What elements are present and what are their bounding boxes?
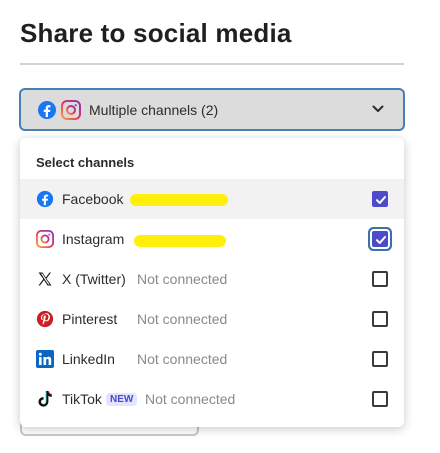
instagram-checkbox[interactable] bbox=[372, 231, 388, 247]
facebook-icon bbox=[36, 190, 54, 208]
pinterest-checkbox[interactable] bbox=[372, 311, 388, 327]
channel-row-pinterest[interactable]: Pinterest Not connected bbox=[20, 299, 404, 339]
channel-status: Not connected bbox=[137, 271, 228, 287]
tiktok-icon bbox=[36, 390, 54, 408]
channel-name: Instagram bbox=[62, 231, 125, 247]
x-twitter-icon bbox=[36, 270, 54, 288]
channel-status: Not connected bbox=[137, 351, 228, 367]
instagram-icon bbox=[36, 230, 54, 248]
instagram-icon bbox=[61, 99, 81, 120]
redacted-account bbox=[130, 194, 228, 206]
channel-row-linkedin[interactable]: LinkedIn Not connected bbox=[20, 339, 404, 379]
page-title: Share to social media bbox=[20, 18, 292, 48]
channel-name: LinkedIn bbox=[62, 351, 115, 367]
channel-status: Not connected bbox=[137, 311, 228, 327]
chevron-down-icon[interactable] bbox=[371, 102, 385, 116]
x-twitter-checkbox[interactable] bbox=[372, 271, 388, 287]
channel-name: TikTok bbox=[62, 391, 102, 407]
pinterest-icon bbox=[36, 310, 54, 328]
new-badge: NEW bbox=[106, 392, 138, 406]
title-divider bbox=[20, 63, 404, 65]
linkedin-checkbox[interactable] bbox=[372, 351, 388, 367]
channel-row-facebook[interactable]: Facebook bbox=[20, 179, 404, 219]
facebook-checkbox[interactable] bbox=[372, 191, 388, 207]
channel-picker[interactable]: Multiple channels (2) bbox=[19, 88, 405, 131]
tiktok-checkbox[interactable] bbox=[372, 391, 388, 407]
facebook-icon bbox=[37, 100, 57, 120]
linkedin-icon bbox=[36, 350, 54, 368]
popover-heading: Select channels bbox=[36, 155, 135, 170]
channel-status: Not connected bbox=[145, 391, 236, 407]
picker-label: Multiple channels (2) bbox=[89, 101, 219, 118]
channel-name: Pinterest bbox=[62, 311, 118, 327]
channel-name: Facebook bbox=[62, 191, 124, 207]
channel-row-instagram[interactable]: Instagram bbox=[20, 219, 404, 259]
channel-popover: Select channels Facebook Instagram X (Tw… bbox=[20, 138, 404, 427]
channel-row-tiktok[interactable]: TikTok NEW Not connected bbox=[20, 379, 404, 419]
channel-name: X (Twitter) bbox=[62, 271, 126, 287]
redacted-account bbox=[134, 235, 226, 247]
channel-row-x-twitter[interactable]: X (Twitter) Not connected bbox=[20, 259, 404, 299]
